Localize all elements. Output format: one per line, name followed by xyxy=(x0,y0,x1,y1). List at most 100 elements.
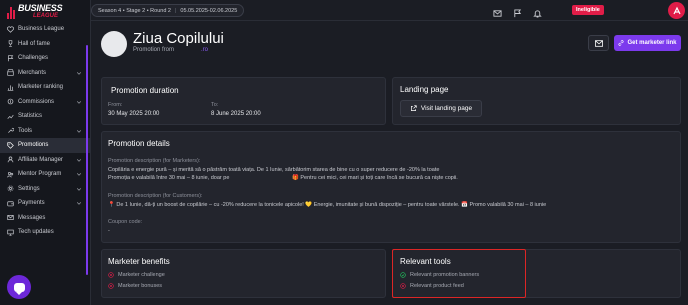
benefit-label: Marketer bonuses xyxy=(118,283,163,289)
sidebar-item-tech-updates[interactable]: Tech updates xyxy=(0,225,91,240)
sidebar-item-label: Mentor Program xyxy=(18,171,62,178)
card-title: Marketer benefits xyxy=(108,257,170,266)
link-icon xyxy=(618,40,624,46)
visit-landing-page-label: Visit landing page xyxy=(420,105,473,112)
card-title: Landing page xyxy=(400,85,449,94)
merchant-domain-link[interactable]: .ro xyxy=(201,47,208,53)
sidebar-item-label: Promotions xyxy=(18,142,49,149)
monitor-icon xyxy=(7,229,14,236)
sidebar-item-tools[interactable]: Tools xyxy=(0,124,91,139)
relevant-tools-highlight xyxy=(392,249,526,298)
benefit-item: Marketer challenge xyxy=(108,272,165,278)
sidebar-item-statistics[interactable]: Statistics xyxy=(0,109,91,124)
chevron-down-icon xyxy=(76,173,82,176)
marketers-description-line-2a: Promoția e valabilă între 30 mai – 8 iun… xyxy=(108,175,230,181)
sidebar-item-label: Tools xyxy=(18,127,33,134)
sidebar-item-mentor-program[interactable]: Mentor Program xyxy=(0,167,91,182)
sidebar-item-label: Commissions xyxy=(18,98,55,105)
cross-circle-icon xyxy=(108,272,114,278)
sidebar-item-affiliate-manager[interactable]: Affiliate Manager xyxy=(0,153,91,168)
chevron-down-icon xyxy=(76,129,82,133)
flag-icon[interactable] xyxy=(513,5,522,18)
card-title: Promotion details xyxy=(108,139,170,148)
wallet-icon xyxy=(7,200,14,207)
promotion-details-card: Promotion details Promotion description … xyxy=(101,131,681,243)
cross-circle-icon xyxy=(108,283,114,289)
brand-logo[interactable]: BUSINESS LEAGUE xyxy=(7,4,73,20)
logo-bars-icon xyxy=(7,7,16,19)
sidebar-item-hall-of-fame[interactable]: Hall of fame xyxy=(0,37,91,52)
tools-icon xyxy=(7,127,14,134)
benefit-item: Marketer bonuses xyxy=(108,283,162,289)
from-value: 30 May 2025 20:00 xyxy=(108,111,160,117)
user-icon xyxy=(7,156,14,163)
sidebar-item-label: Statistics xyxy=(18,113,43,120)
sidebar-item-label: Hall of fame xyxy=(18,40,51,47)
envelope-icon xyxy=(594,39,603,47)
avatar[interactable] xyxy=(668,2,685,19)
chevron-down-icon xyxy=(76,71,82,75)
status-badge: Ineligible xyxy=(572,5,604,15)
get-marketer-link-label: Get marketer link xyxy=(627,40,677,46)
marketers-description-line-2b: 🎁 Pentru cei mici, cei mari și toți care… xyxy=(292,175,458,181)
visit-landing-page-button[interactable]: Visit landing page xyxy=(400,100,482,117)
benefit-label: Marketer challenge xyxy=(118,272,165,278)
marketers-description-line-1: Copilăria e energie pură – și merită să … xyxy=(108,167,440,173)
sidebar-item-label: Business League xyxy=(18,26,65,33)
card-title: Promotion duration xyxy=(111,86,179,95)
sidebar-item-label: Challenges xyxy=(18,55,49,62)
season-label: Season 4 • Stage 2 • Round 2 xyxy=(98,7,171,14)
sidebar-item-messages[interactable]: Messages xyxy=(0,211,91,226)
to-value: 8 June 2025 20:00 xyxy=(211,111,261,117)
trophy-icon xyxy=(7,40,14,47)
sidebar-item-label: Merchants xyxy=(18,69,47,76)
chevron-down-icon xyxy=(76,100,82,104)
page-title: Ziua Copilului xyxy=(133,30,224,47)
promotion-merchant-logo xyxy=(101,31,127,57)
mail-icon[interactable] xyxy=(493,5,502,17)
user-avatar-icon xyxy=(672,6,681,14)
promotion-from-label: Promotion from xyxy=(133,47,175,53)
promotion-source: Promotion from .ro xyxy=(133,47,208,53)
ranking-icon xyxy=(7,84,14,91)
sidebar-item-label: Affiliate Manager xyxy=(18,156,63,163)
marketer-benefits-card: Marketer benefits Marketer challenge Mar… xyxy=(101,249,386,298)
sidebar-item-label: Marketer ranking xyxy=(18,84,64,91)
from-label: From: xyxy=(108,102,123,108)
sidebar-item-label: Messages xyxy=(18,214,46,221)
landing-page-card: Landing page Visit landing page xyxy=(392,77,681,125)
customers-description-label: Promotion description (for Customers): xyxy=(108,193,203,199)
season-dates: 05.05.2025-02.06.2025 xyxy=(180,7,238,14)
sidebar-item-business-league[interactable]: Business League xyxy=(0,22,91,37)
to-label: To: xyxy=(211,102,219,108)
statistics-icon xyxy=(7,113,14,120)
sidebar-item-label: Tech updates xyxy=(18,229,54,236)
external-link-icon xyxy=(410,105,417,111)
support-chat-button[interactable] xyxy=(7,275,31,299)
message-merchant-button[interactable] xyxy=(588,35,609,51)
sidebar-item-label: Settings xyxy=(18,185,40,192)
sidebar-item-settings[interactable]: Settings xyxy=(0,182,91,197)
sidebar-item-payments[interactable]: Payments xyxy=(0,196,91,211)
mentor-icon xyxy=(7,171,14,178)
gear-icon xyxy=(7,185,14,192)
sidebar-scrollbar[interactable] xyxy=(86,45,88,275)
get-marketer-link-button[interactable]: Get marketer link xyxy=(614,35,681,51)
flag-icon xyxy=(7,55,14,62)
coupon-code-label: Coupon code: xyxy=(108,219,143,225)
sidebar-item-promotions[interactable]: Promotions xyxy=(0,138,91,153)
chat-bubble-icon xyxy=(13,282,25,295)
customers-description-line: 📍 De 1 Iunie, dă-ți un boost de copilări… xyxy=(108,202,547,208)
store-icon xyxy=(7,69,14,76)
sidebar-item-marketer-ranking[interactable]: Marketer ranking xyxy=(0,80,91,95)
sidebar-nav: Business League Hall of fame Challenges … xyxy=(0,22,91,240)
season-separator: | xyxy=(174,7,177,14)
sidebar-item-merchants[interactable]: Merchants xyxy=(0,66,91,81)
sidebar-item-commissions[interactable]: Commissions xyxy=(0,95,91,110)
bell-icon[interactable] xyxy=(533,5,542,18)
heart-icon xyxy=(7,26,14,33)
logo-text-league: LEAGUE xyxy=(33,13,59,19)
sidebar-item-challenges[interactable]: Challenges xyxy=(0,51,91,66)
envelope-icon xyxy=(7,214,14,221)
sidebar-item-label: Payments xyxy=(18,200,45,207)
